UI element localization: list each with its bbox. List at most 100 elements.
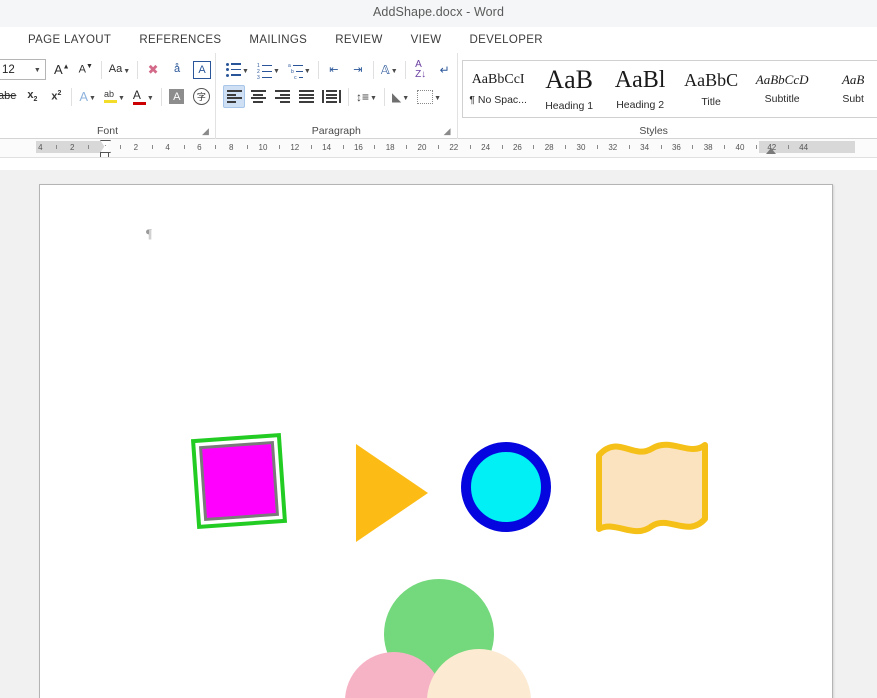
circle-body (461, 442, 551, 532)
shape-rotated-square[interactable] (190, 432, 288, 530)
ruler-tick: 44 (799, 143, 809, 152)
chevron-down-icon[interactable]: ▼ (370, 95, 377, 102)
title-bar: AddShape.docx - Word (0, 0, 877, 27)
ruler-tick: 12 (290, 143, 300, 152)
tab-view[interactable]: VIEW (397, 32, 456, 49)
style-item-heading-2[interactable]: AaBl Heading 2 (605, 61, 676, 117)
chevron-down-icon[interactable]: ▼ (89, 95, 96, 102)
ribbon-group-paragraph: ▼ 1 2 3 ▼ a b c ▼ ⇤ ⇥ 𝔸 ▼ A Z↓ ↵ ↕≡ ▼ ◣ … (215, 53, 457, 139)
style-item-subtle-emphasis[interactable]: AaB Subt (818, 61, 877, 117)
shape-circle[interactable] (461, 442, 551, 532)
increase-indent-button[interactable]: ⇥ (347, 58, 369, 81)
shape-wave[interactable] (596, 441, 708, 535)
ruler-minor-mark (660, 145, 662, 149)
line-spacing-icon: ↕≡ (356, 89, 370, 104)
ruler-tick: 34 (640, 143, 650, 152)
font-size-input[interactable]: 12 ▼ (0, 59, 46, 80)
ruler-minor-mark (501, 145, 503, 149)
ruler-tick: 36 (671, 143, 681, 152)
ruler-minor-mark (755, 145, 757, 149)
multilevel-list-button[interactable]: a b c ▼ (285, 58, 314, 81)
chevron-down-icon[interactable]: ▼ (242, 68, 249, 75)
numbering-button[interactable]: 1 2 3 ▼ (254, 58, 283, 81)
style-item-title[interactable]: AaBbC Title (676, 61, 747, 117)
shading-button[interactable]: ◣ ▼ (389, 85, 412, 108)
style-label: Heading 1 (545, 99, 594, 112)
chevron-down-icon[interactable]: ▼ (402, 95, 409, 102)
document-canvas[interactable]: ¶ (0, 170, 877, 698)
tab-page-layout[interactable]: PAGE LAYOUT (14, 32, 125, 49)
sort-button[interactable]: A Z↓ (410, 58, 432, 81)
strikethrough-button[interactable]: abe (0, 85, 19, 108)
chevron-down-icon[interactable]: ▼ (147, 95, 154, 102)
ribbon: 12 ▼ A▲ A▼ Aa ▼ ✖ å A abe x2 x2 A ▼ ab ▼… (0, 53, 877, 139)
line-spacing-button[interactable]: ↕≡ ▼ (353, 85, 380, 108)
ruler[interactable]: 4 2 2 4 6 8 10 12 14 16 18 20 22 24 26 28 30 32 34 36 38 40 42… (0, 139, 877, 158)
style-item-subtitle[interactable]: AaBbCcD Subtitle (747, 61, 818, 117)
chevron-down-icon[interactable]: ▼ (273, 68, 280, 75)
chevron-down-icon[interactable]: ▼ (34, 67, 41, 74)
ruler-minor-mark (596, 145, 598, 149)
shape-right-triangle[interactable] (356, 444, 428, 542)
character-shading-icon: A (169, 89, 185, 104)
change-case-button[interactable]: Aa ▼ (106, 58, 133, 81)
subscript-button[interactable]: x2 (21, 85, 43, 108)
character-border-icon: A (193, 60, 211, 79)
tab-references[interactable]: REFERENCES (125, 32, 235, 49)
font-dialog-launcher[interactable]: ◢ (202, 127, 211, 136)
chevron-down-icon[interactable]: ▼ (123, 68, 130, 75)
asian-layout-button[interactable]: 𝔸 ▼ (378, 58, 401, 81)
show-formatting-marks-button[interactable]: ↵ (434, 58, 456, 81)
decrease-indent-icon: ⇤ (329, 64, 339, 76)
shape-layer[interactable] (40, 185, 834, 698)
align-left-button[interactable] (223, 85, 245, 108)
align-center-button[interactable] (247, 85, 269, 108)
style-item-no-spacing[interactable]: AaBbCcI ¶ No Spac... (463, 61, 534, 117)
tab-mailings[interactable]: MAILINGS (235, 32, 321, 49)
document-page[interactable]: ¶ (39, 184, 833, 698)
distributed-button[interactable] (319, 85, 344, 108)
tab-stop-marker[interactable] (766, 148, 776, 154)
borders-button[interactable]: ▼ (414, 85, 444, 108)
tab-review[interactable]: REVIEW (321, 32, 396, 49)
grow-font-button[interactable]: A▲ (51, 58, 73, 81)
decrease-indent-button[interactable]: ⇤ (323, 58, 345, 81)
enclose-characters-button[interactable]: 字 (190, 85, 213, 108)
shrink-font-button[interactable]: A▼ (75, 58, 97, 81)
superscript-button[interactable]: x2 (45, 85, 67, 108)
paragraph-dialog-launcher[interactable]: ◢ (444, 127, 453, 136)
ruler-tick: 22 (449, 143, 459, 152)
ruler-minor-mark (406, 145, 408, 149)
text-effects-button[interactable]: A ▼ (76, 85, 99, 108)
ruler-track[interactable]: 4 2 2 4 6 8 10 12 14 16 18 20 22 24 26 28 30 32 34 36 38 40 42… (0, 139, 877, 157)
divider (100, 60, 102, 79)
triangle-body (356, 444, 428, 542)
phonetic-guide-button[interactable]: å (166, 58, 188, 81)
clear-formatting-button[interactable]: ✖ (142, 58, 164, 81)
left-indent-marker[interactable] (100, 152, 109, 157)
tab-developer[interactable]: DEVELOPER (455, 32, 556, 49)
numbering-icon: 1 2 3 (257, 63, 272, 81)
divider (348, 87, 349, 106)
chevron-down-icon[interactable]: ▼ (118, 95, 125, 102)
character-border-button[interactable]: A (190, 58, 214, 81)
text-effects-icon: A (79, 89, 89, 104)
sort-icon: A Z↓ (415, 58, 427, 80)
ruler-tick: 30 (576, 143, 586, 152)
bullets-button[interactable]: ▼ (223, 58, 252, 81)
align-right-button[interactable] (271, 85, 293, 108)
chevron-down-icon[interactable]: ▼ (434, 95, 441, 102)
divider (372, 60, 374, 79)
character-shading-button[interactable]: A (166, 85, 188, 108)
font-color-button[interactable]: A ▼ (130, 85, 157, 108)
ruler-tick: 14 (322, 143, 332, 152)
paragraph-row-2: ↕≡ ▼ ◣ ▼ ▼ (216, 83, 457, 110)
style-preview: AaBl (614, 66, 666, 93)
text-highlight-color-button[interactable]: ab ▼ (101, 85, 128, 108)
change-case-icon: Aa (108, 63, 123, 75)
chevron-down-icon[interactable]: ▼ (391, 68, 398, 75)
chevron-down-icon[interactable]: ▼ (304, 68, 311, 75)
justify-button[interactable] (295, 85, 317, 108)
style-item-heading-1[interactable]: AaB Heading 1 (534, 61, 605, 117)
styles-gallery[interactable]: AaBbCcI ¶ No Spac... AaB Heading 1 AaBl … (461, 60, 877, 118)
